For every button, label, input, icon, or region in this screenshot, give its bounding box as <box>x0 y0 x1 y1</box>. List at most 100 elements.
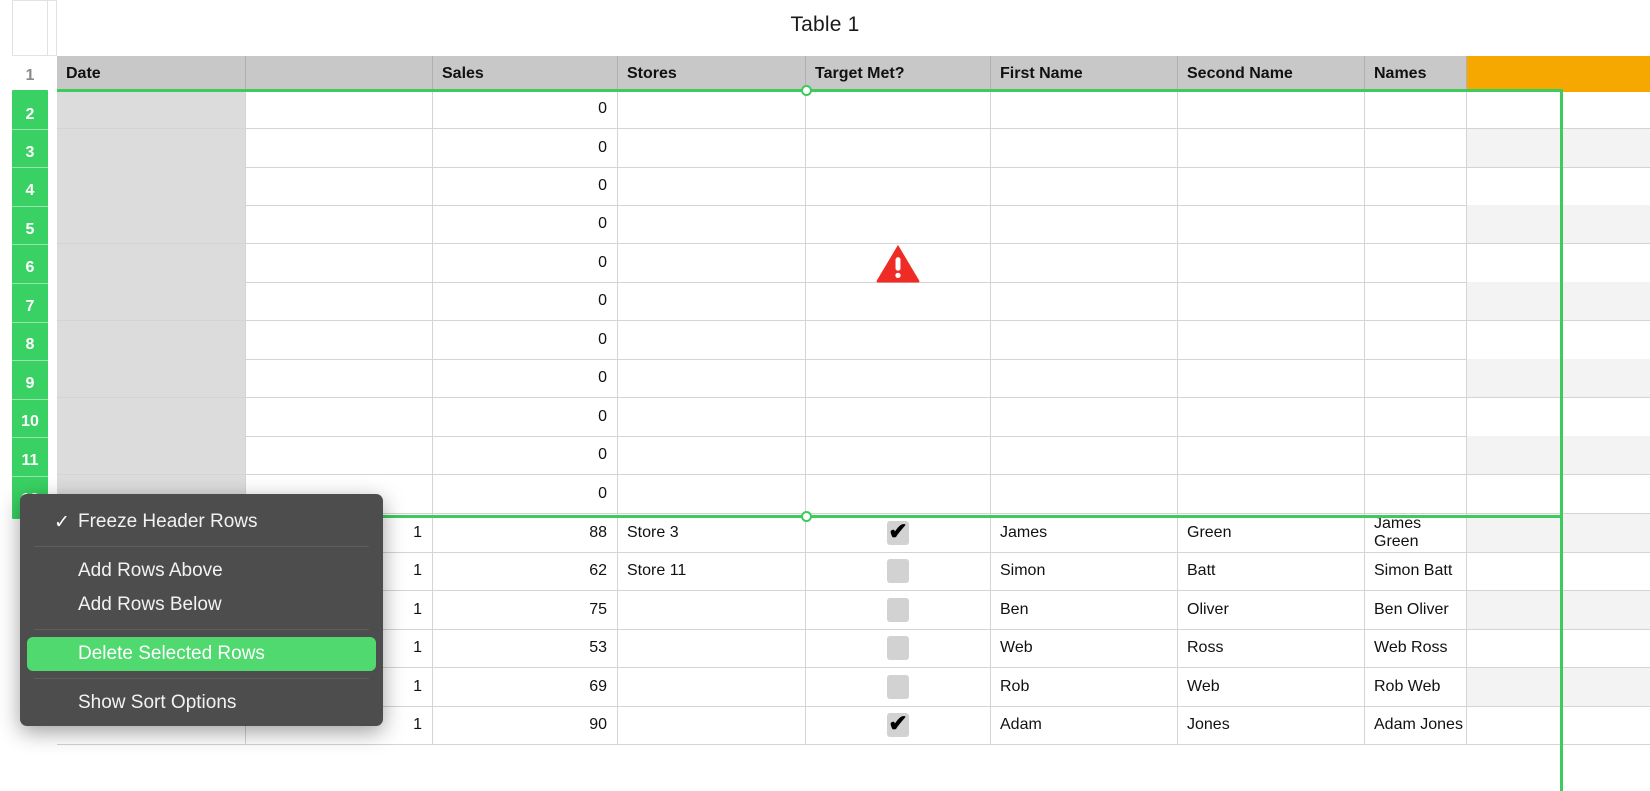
cell-names[interactable]: Ben Oliver <box>1365 591 1467 629</box>
cell-target[interactable] <box>806 244 991 283</box>
cell-target[interactable]: ✔ <box>806 514 991 552</box>
table-header-row[interactable]: Date Sales Stores Target Met? First Name Seco… <box>57 56 1650 92</box>
cell-sales[interactable]: 53 <box>433 629 618 667</box>
selection-handle-bottom[interactable] <box>801 511 812 522</box>
cell-first[interactable]: Simon <box>991 552 1178 590</box>
cell-second[interactable]: Oliver <box>1178 591 1365 629</box>
cell-extra[interactable] <box>1467 552 1650 590</box>
column-header-blank-8[interactable] <box>1467 56 1650 92</box>
cell-date[interactable] <box>57 205 246 243</box>
row-number-1[interactable]: 1 <box>12 68 48 84</box>
cell-sales[interactable]: 69 <box>433 668 618 706</box>
cell-names[interactable]: Adam Jones <box>1365 706 1467 744</box>
column-header-sales[interactable]: Sales <box>433 56 618 92</box>
cell-target[interactable] <box>806 398 991 436</box>
cell-second[interactable]: Ross <box>1178 629 1365 667</box>
cell-date[interactable] <box>57 359 246 397</box>
table-row[interactable]: 0 <box>57 398 1650 437</box>
cell-second[interactable] <box>1178 282 1365 320</box>
cell-extra[interactable] <box>1467 629 1650 667</box>
cell-names[interactable] <box>1365 436 1467 474</box>
cell-names[interactable] <box>1365 205 1467 243</box>
target-met-checkbox[interactable] <box>887 558 909 583</box>
cell-stores[interactable] <box>618 90 806 128</box>
target-met-checkbox[interactable]: ✔ <box>887 710 909 737</box>
cell-sales[interactable]: 0 <box>433 90 618 128</box>
cell-target[interactable] <box>806 475 991 513</box>
cell-names[interactable] <box>1365 282 1467 320</box>
cell-date[interactable] <box>57 129 246 167</box>
cell-second[interactable] <box>1178 398 1365 436</box>
cell-first[interactable] <box>991 475 1178 513</box>
cell-target[interactable] <box>806 668 991 706</box>
row-number-10[interactable]: 10 <box>12 414 48 430</box>
cell-names[interactable]: James Green <box>1365 514 1467 552</box>
cell-stores[interactable] <box>618 398 806 436</box>
cell-extra[interactable] <box>1467 436 1650 474</box>
cell-first[interactable] <box>991 90 1178 128</box>
cell-first[interactable]: James <box>991 514 1178 552</box>
table-row[interactable]: 0 <box>57 359 1650 398</box>
cell-second[interactable] <box>1178 244 1365 282</box>
column-header-target-met[interactable]: Target Met? <box>806 56 991 92</box>
cell-names[interactable] <box>1365 90 1467 128</box>
table-row[interactable]: 0 <box>57 436 1650 475</box>
cell-blank[interactable] <box>246 398 433 436</box>
row-number-7[interactable]: 7 <box>12 299 48 315</box>
cell-sales[interactable]: 62 <box>433 552 618 590</box>
cell-names[interactable] <box>1365 398 1467 436</box>
cell-date[interactable] <box>57 282 246 320</box>
cell-names[interactable] <box>1365 167 1467 205</box>
row-number-2[interactable]: 2 <box>12 107 48 123</box>
cell-extra[interactable] <box>1467 398 1650 436</box>
cell-extra[interactable] <box>1467 514 1650 552</box>
cell-second[interactable] <box>1178 436 1365 474</box>
cell-stores[interactable] <box>618 129 806 167</box>
selection-handle-top[interactable] <box>801 85 812 96</box>
cell-sales[interactable]: 88 <box>433 514 618 552</box>
cell-names[interactable] <box>1365 244 1467 282</box>
cell-extra[interactable] <box>1467 167 1650 205</box>
row-number-11[interactable]: 11 <box>12 453 48 469</box>
cell-second[interactable] <box>1178 359 1365 397</box>
cell-sales[interactable]: 0 <box>433 321 618 359</box>
cell-date[interactable] <box>57 398 246 436</box>
cell-sales[interactable]: 0 <box>433 359 618 397</box>
cell-stores[interactable] <box>618 436 806 474</box>
cell-stores[interactable] <box>618 475 806 513</box>
cell-names[interactable] <box>1365 129 1467 167</box>
cell-second[interactable] <box>1178 205 1365 243</box>
column-header-first-name[interactable]: First Name <box>991 56 1178 92</box>
cell-target[interactable] <box>806 552 991 590</box>
cell-blank[interactable] <box>246 359 433 397</box>
cell-first[interactable] <box>991 129 1178 167</box>
cell-first[interactable] <box>991 359 1178 397</box>
cell-sales[interactable]: 0 <box>433 475 618 513</box>
cell-names[interactable]: Rob Web <box>1365 668 1467 706</box>
cell-extra[interactable] <box>1467 282 1650 320</box>
cell-extra[interactable] <box>1467 244 1650 282</box>
column-header-names[interactable]: Names <box>1365 56 1467 92</box>
row-context-menu[interactable]: ✓ Freeze Header Rows Add Rows Above Add Row… <box>20 494 383 726</box>
cell-blank[interactable] <box>246 282 433 320</box>
cell-sales[interactable]: 75 <box>433 591 618 629</box>
cell-sales[interactable]: 0 <box>433 244 618 282</box>
cell-second[interactable]: Green <box>1178 514 1365 552</box>
cell-blank[interactable] <box>246 90 433 128</box>
cell-extra[interactable] <box>1467 321 1650 359</box>
cell-date[interactable] <box>57 436 246 474</box>
cell-second[interactable] <box>1178 321 1365 359</box>
cell-date[interactable] <box>57 90 246 128</box>
cell-second[interactable]: Jones <box>1178 706 1365 744</box>
menu-item-add-rows-below[interactable]: Add Rows Below <box>20 588 383 622</box>
cell-extra[interactable] <box>1467 475 1650 513</box>
cell-first[interactable] <box>991 436 1178 474</box>
cell-names[interactable] <box>1365 475 1467 513</box>
cell-sales[interactable]: 0 <box>433 167 618 205</box>
cell-second[interactable]: Batt <box>1178 552 1365 590</box>
cell-first[interactable] <box>991 398 1178 436</box>
table-row[interactable]: 0 <box>57 129 1650 168</box>
cell-blank[interactable] <box>246 321 433 359</box>
cell-second[interactable] <box>1178 129 1365 167</box>
cell-first[interactable] <box>991 205 1178 243</box>
